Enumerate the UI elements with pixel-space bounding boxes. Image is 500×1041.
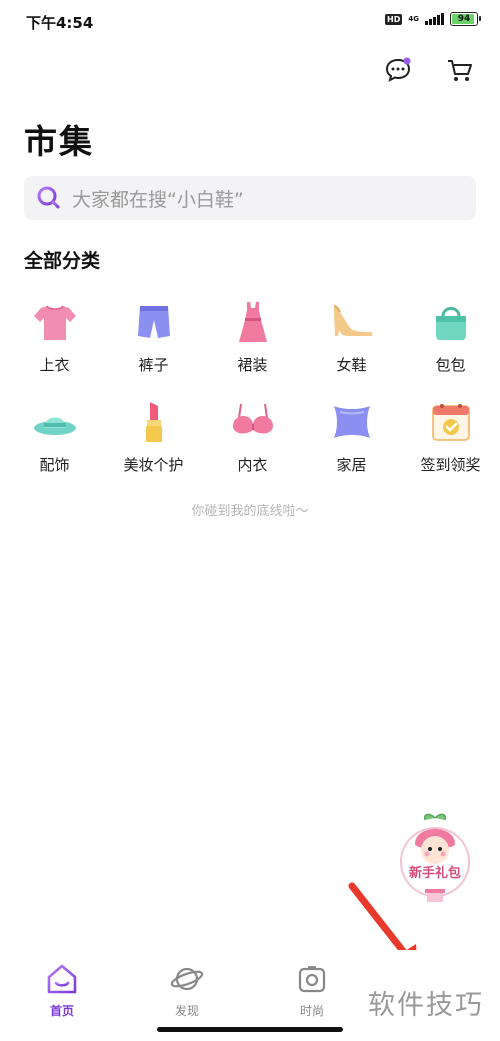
- category-item[interactable]: 女鞋: [302, 298, 401, 380]
- category-item[interactable]: 上衣: [5, 298, 104, 380]
- camera-icon: [298, 966, 326, 993]
- planet-icon: [170, 967, 204, 991]
- gift-label: 新手礼包: [408, 866, 461, 881]
- search-bar[interactable]: 大家都在搜“小白鞋”: [24, 176, 476, 220]
- category-item[interactable]: 签到领奖: [401, 398, 500, 480]
- section-title: 全部分类: [24, 250, 101, 272]
- status-bar: 下午4:54 HD 4G 94: [0, 0, 500, 44]
- category-item[interactable]: 配饰: [5, 398, 104, 480]
- category-item[interactable]: 内衣: [203, 398, 302, 480]
- category-item[interactable]: 美妆个护: [104, 398, 203, 480]
- category-label: 签到领奖: [420, 456, 481, 474]
- status-indicators: HD 4G 94: [385, 12, 481, 26]
- high-heel-icon: [333, 305, 372, 336]
- category-label: 美妆个护: [123, 456, 184, 474]
- category-item[interactable]: 家居: [302, 398, 401, 480]
- hat-icon: [33, 417, 76, 435]
- hd-badge: HD: [385, 13, 403, 25]
- home-indicator: [157, 1027, 343, 1032]
- category-label: 女鞋: [336, 356, 367, 374]
- search-placeholder: 大家都在搜“小白鞋”: [72, 188, 244, 211]
- network-type: 4G: [408, 14, 419, 23]
- cart-icon[interactable]: [446, 56, 474, 84]
- home-icon: [47, 964, 77, 994]
- lipstick-icon: [145, 402, 162, 442]
- battery-level: 94: [457, 14, 471, 24]
- tab-label: 发现: [174, 1004, 199, 1018]
- category-label: 裙装: [237, 356, 268, 374]
- category-label: 上衣: [39, 356, 70, 374]
- page-title: 市集: [24, 122, 94, 161]
- category-label: 裤子: [138, 356, 169, 374]
- category-grid: 上衣 裤子 裙装 女鞋 包包 配饰 美妆个护 内衣 家居 签到领奖: [5, 298, 500, 480]
- shorts-icon: [137, 306, 170, 338]
- header-actions: [384, 56, 474, 84]
- category-label: 家居: [336, 456, 367, 474]
- category-item[interactable]: 裙装: [203, 298, 302, 380]
- category-item[interactable]: 包包: [401, 298, 500, 380]
- tab-discover[interactable]: 发现: [147, 962, 227, 1019]
- tab-fashion[interactable]: 时尚: [272, 962, 352, 1019]
- pillow-icon: [333, 406, 370, 438]
- watermark: 软件技巧: [352, 972, 500, 1032]
- tab-label: 时尚: [299, 1004, 324, 1018]
- category-label: 配饰: [39, 456, 70, 474]
- status-time: 下午4:54: [26, 14, 94, 32]
- search-icon: [37, 186, 60, 209]
- shirt-icon: [33, 305, 76, 340]
- handbag-icon: [435, 307, 466, 340]
- chat-icon[interactable]: [384, 56, 412, 84]
- calendar-icon: [431, 404, 470, 441]
- dress-icon: [238, 302, 267, 342]
- category-label: 包包: [435, 356, 466, 374]
- tab-label: 首页: [49, 1004, 74, 1018]
- end-of-list-note: 你碰到我的底线啦～: [191, 504, 309, 519]
- category-item[interactable]: 裤子: [104, 298, 203, 380]
- tab-home[interactable]: 首页: [22, 962, 102, 1019]
- battery-icon: 94: [450, 12, 481, 26]
- signal-icon: [425, 13, 444, 25]
- category-label: 内衣: [237, 456, 268, 474]
- bra-icon: [232, 403, 273, 434]
